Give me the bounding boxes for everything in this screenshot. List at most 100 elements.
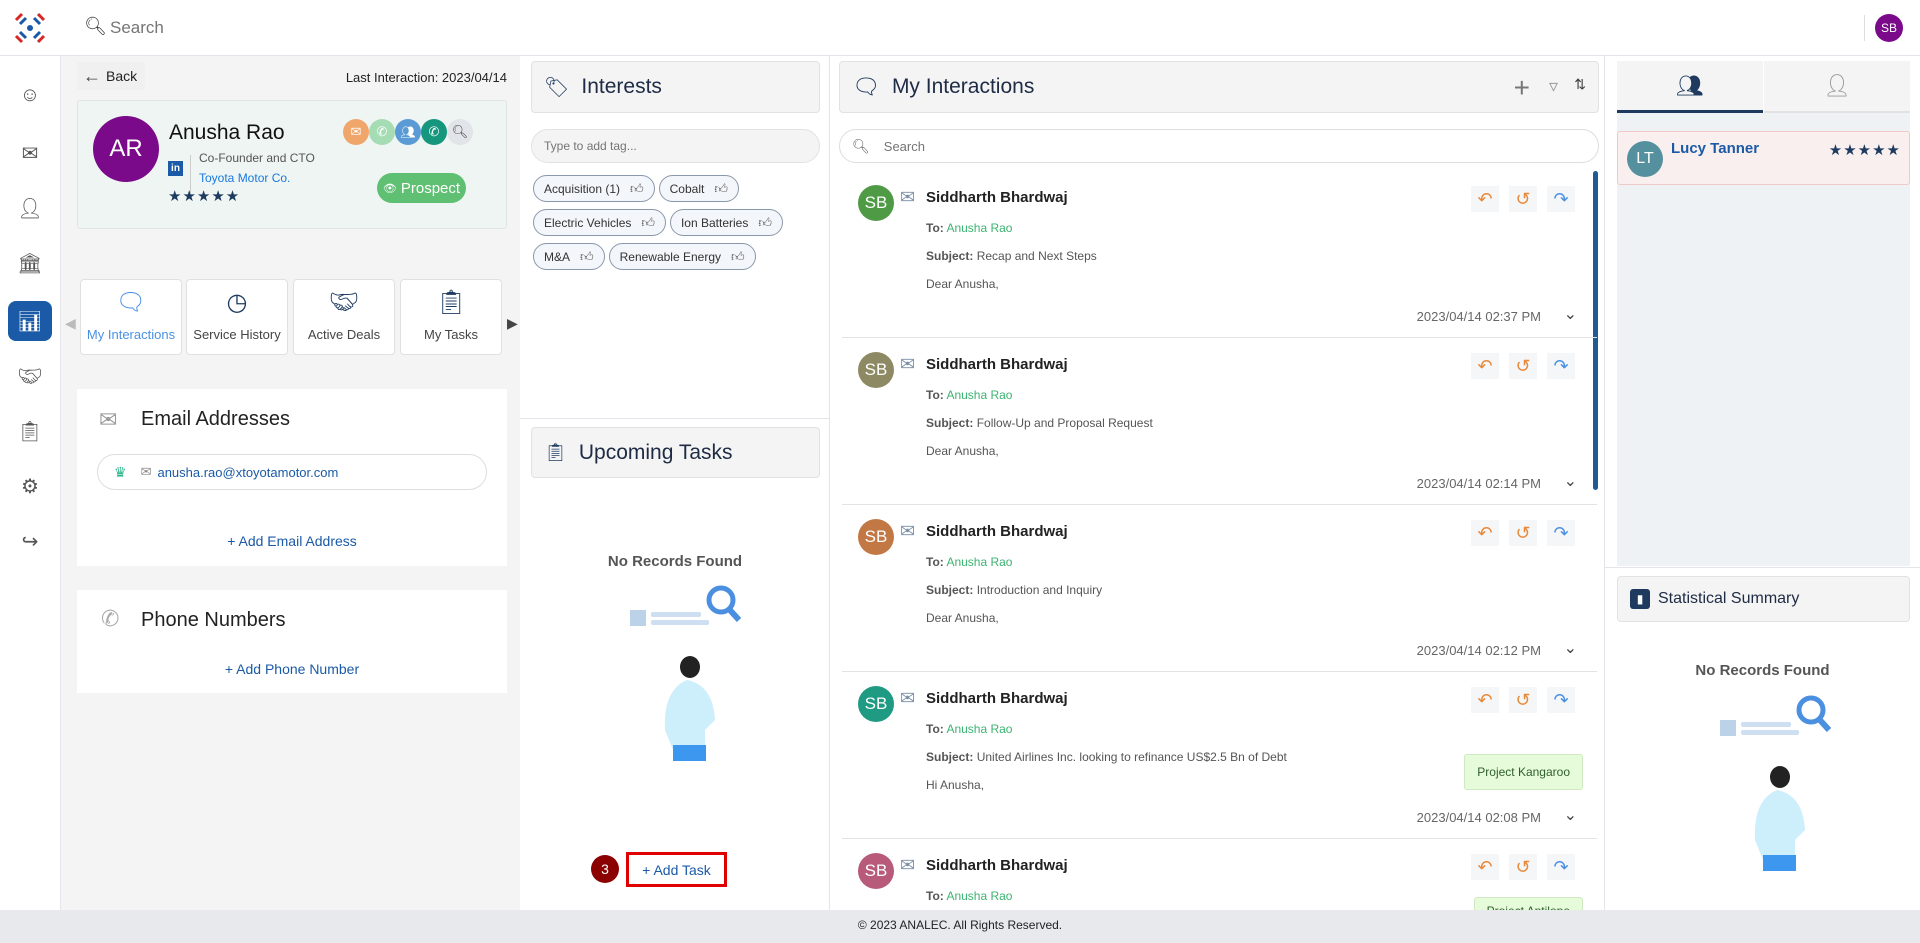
interaction-item[interactable]: SB ✉ Siddharth Bhardwaj ↶ ↺ ↷ To: Anusha… xyxy=(842,672,1597,839)
reply-all-icon[interactable]: ↺ xyxy=(1509,186,1537,212)
arrow-left-icon: ← xyxy=(83,65,101,86)
email-entry[interactable]: ♛ ✉ anusha.rao@xtoyotamotor.com xyxy=(97,454,487,490)
tab-contact-details[interactable]: 👤︎ xyxy=(1764,61,1910,113)
chevron-down-icon[interactable]: ⌄ xyxy=(1564,805,1577,825)
interactions-title: My Interactions xyxy=(891,75,1035,98)
company-link[interactable]: Toyota Motor Co. xyxy=(199,171,290,185)
recipient-name[interactable]: Anusha Rao xyxy=(946,555,1012,569)
tab-my-tasks[interactable]: 📋︎ My Tasks xyxy=(400,279,502,355)
mail-icon[interactable]: ✉ xyxy=(8,133,52,173)
clipboard-icon[interactable]: 📋︎ xyxy=(8,411,52,451)
add-task-button[interactable]: + Add Task xyxy=(626,852,727,887)
forward-icon[interactable]: ↷ xyxy=(1547,186,1575,212)
tab-service-history[interactable]: ◷ Service History xyxy=(186,279,288,355)
filter-icon[interactable]: ▿ xyxy=(1549,76,1558,97)
divider xyxy=(1605,567,1920,568)
tab-active-deals[interactable]: 🤝︎ Active Deals xyxy=(293,279,395,355)
reply-all-icon[interactable]: ↺ xyxy=(1509,687,1537,713)
chevron-down-icon[interactable]: ⌄ xyxy=(1564,471,1577,491)
contacts-search-icon[interactable]: ☺ xyxy=(8,75,52,115)
last-interaction: Last Interaction: 2023/04/14 xyxy=(345,70,507,85)
tag-m-and-a[interactable]: M&A 👍︎ xyxy=(533,243,605,270)
interaction-item[interactable]: SB ✉ Siddharth Bhardwaj ↶ ↺ ↷ To: Anusha… xyxy=(842,839,1597,925)
thumbs-up-icon[interactable]: 👍︎ xyxy=(630,181,644,197)
sidebar-nav: ☺ ✉ 👤︎ 🏛︎ 📊︎ 🤝︎ 📋︎ ⚙ ↪ xyxy=(0,56,61,910)
chevron-down-icon[interactable]: ⌄ xyxy=(1564,304,1577,324)
tag-acquisition[interactable]: Acquisition (1) 👍︎ xyxy=(533,175,655,202)
meeting-action-icon[interactable]: 👥︎ xyxy=(395,119,421,145)
back-button[interactable]: ← Back xyxy=(77,62,145,90)
interactions-search-input[interactable] xyxy=(883,138,1484,154)
reply-all-icon[interactable]: ↺ xyxy=(1509,520,1537,546)
recipient-name[interactable]: Anusha Rao xyxy=(946,221,1012,235)
tag-renewable-energy[interactable]: Renewable Energy 👍︎ xyxy=(608,243,756,270)
reply-icon[interactable]: ↶ xyxy=(1471,687,1499,713)
analec-logo[interactable] xyxy=(12,10,48,46)
forward-icon[interactable]: ↷ xyxy=(1547,854,1575,880)
reply-all-icon[interactable]: ↺ xyxy=(1509,353,1537,379)
handshake-icon[interactable]: 🤝︎ xyxy=(8,356,52,396)
divider xyxy=(1864,15,1865,41)
add-icon[interactable]: + xyxy=(1514,72,1530,104)
forward-icon[interactable]: ↷ xyxy=(1547,687,1575,713)
user-share-icon[interactable]: ↪ xyxy=(8,521,52,561)
copyright: © 2023 ANALEC. All Rights Reserved. xyxy=(857,918,1063,932)
email-action-icon[interactable]: ✉ xyxy=(343,119,369,145)
recipient-name[interactable]: Anusha Rao xyxy=(946,889,1012,903)
call-log-action-icon[interactable]: ✆ xyxy=(421,119,447,145)
bank-icon[interactable]: 🏛︎ xyxy=(8,243,52,283)
tab-relationships[interactable]: 👥︎ xyxy=(1617,61,1763,113)
linkedin-icon[interactable]: in xyxy=(168,161,183,176)
tag-electric-vehicles[interactable]: Electric Vehicles 👍︎ xyxy=(533,209,666,236)
contact-name[interactable]: Lucy Tanner xyxy=(1671,140,1759,157)
interaction-item[interactable]: SB ✉ Siddharth Bhardwaj ↶ ↺ ↷ To: Anusha… xyxy=(842,505,1597,672)
add-phone-button[interactable]: + Add Phone Number xyxy=(77,661,507,677)
reply-icon[interactable]: ↶ xyxy=(1471,186,1499,212)
reply-all-icon[interactable]: ↺ xyxy=(1509,854,1537,880)
thumbs-up-icon[interactable]: 👍︎ xyxy=(758,215,772,231)
recipient-line: To: Anusha Rao xyxy=(926,722,1012,736)
search-action-icon[interactable]: 🔍︎ xyxy=(447,119,473,145)
tabs-scroll-right[interactable]: ▶ xyxy=(507,315,518,332)
reply-icon[interactable]: ↶ xyxy=(1471,854,1499,880)
global-search-input[interactable] xyxy=(110,14,610,42)
tag-ion-batteries[interactable]: Ion Batteries 👍︎ xyxy=(669,209,783,236)
tab-my-interactions[interactable]: 🗨︎ My Interactions xyxy=(80,279,182,355)
email-address[interactable]: anusha.rao@xtoyotamotor.com xyxy=(157,465,338,480)
chevron-down-icon[interactable]: ⌄ xyxy=(1564,638,1577,658)
project-badge[interactable]: Project Kangaroo xyxy=(1464,754,1583,790)
user-settings-icon[interactable]: ⚙ xyxy=(8,466,52,506)
tag-cobalt[interactable]: Cobalt 👍︎ xyxy=(658,175,739,202)
thumbs-up-icon[interactable]: 👍︎ xyxy=(580,249,594,265)
forward-icon[interactable]: ↷ xyxy=(1547,353,1575,379)
tag-label: M&A xyxy=(544,249,571,264)
thumbs-up-icon[interactable]: 👍︎ xyxy=(714,181,728,197)
thumbs-up-icon[interactable]: 👍︎ xyxy=(641,215,655,231)
phone-action-icon[interactable]: ✆ xyxy=(369,119,395,145)
status-badge-prospect[interactable]: 👁︎ Prospect xyxy=(377,173,466,203)
top-bar: 🔍︎ SB xyxy=(0,0,1920,56)
thumbs-up-icon[interactable]: 👍︎ xyxy=(731,249,745,265)
recipient-name[interactable]: Anusha Rao xyxy=(946,722,1012,736)
sort-icon[interactable]: ⇅ xyxy=(1574,76,1586,93)
subject-label: Subject: xyxy=(926,750,974,764)
analytics-icon[interactable]: 📊︎ xyxy=(8,301,52,341)
relationship-card[interactable]: LT Lucy Tanner ★★★★★ xyxy=(1617,131,1910,185)
person-icon[interactable]: 👤︎ xyxy=(8,188,52,228)
interactions-header: 🗨︎ My Interactions + ▿ ⇅ xyxy=(839,61,1599,113)
rating-stars: ★★★★★ xyxy=(168,188,241,205)
add-email-button[interactable]: + Add Email Address xyxy=(77,533,507,549)
recipient-name[interactable]: Anusha Rao xyxy=(946,388,1012,402)
interactions-search[interactable]: 🔍︎ xyxy=(839,129,1599,163)
reply-icon[interactable]: ↶ xyxy=(1471,520,1499,546)
reply-icon[interactable]: ↶ xyxy=(1471,353,1499,379)
stats-empty-message: No Records Found xyxy=(1695,662,1830,679)
to-label: To: xyxy=(926,722,944,736)
interaction-item[interactable]: SB ✉ Siddharth Bhardwaj ↶ ↺ ↷ To: Anusha… xyxy=(842,338,1597,505)
tabs-scroll-left[interactable]: ◀ xyxy=(65,315,76,332)
forward-icon[interactable]: ↷ xyxy=(1547,520,1575,546)
user-avatar[interactable]: SB xyxy=(1875,14,1903,42)
add-tag-input[interactable] xyxy=(531,129,820,163)
interaction-item[interactable]: SB ✉ Siddharth Bhardwaj ↶ ↺ ↷ To: Anusha… xyxy=(842,171,1597,338)
to-label: To: xyxy=(926,221,944,235)
